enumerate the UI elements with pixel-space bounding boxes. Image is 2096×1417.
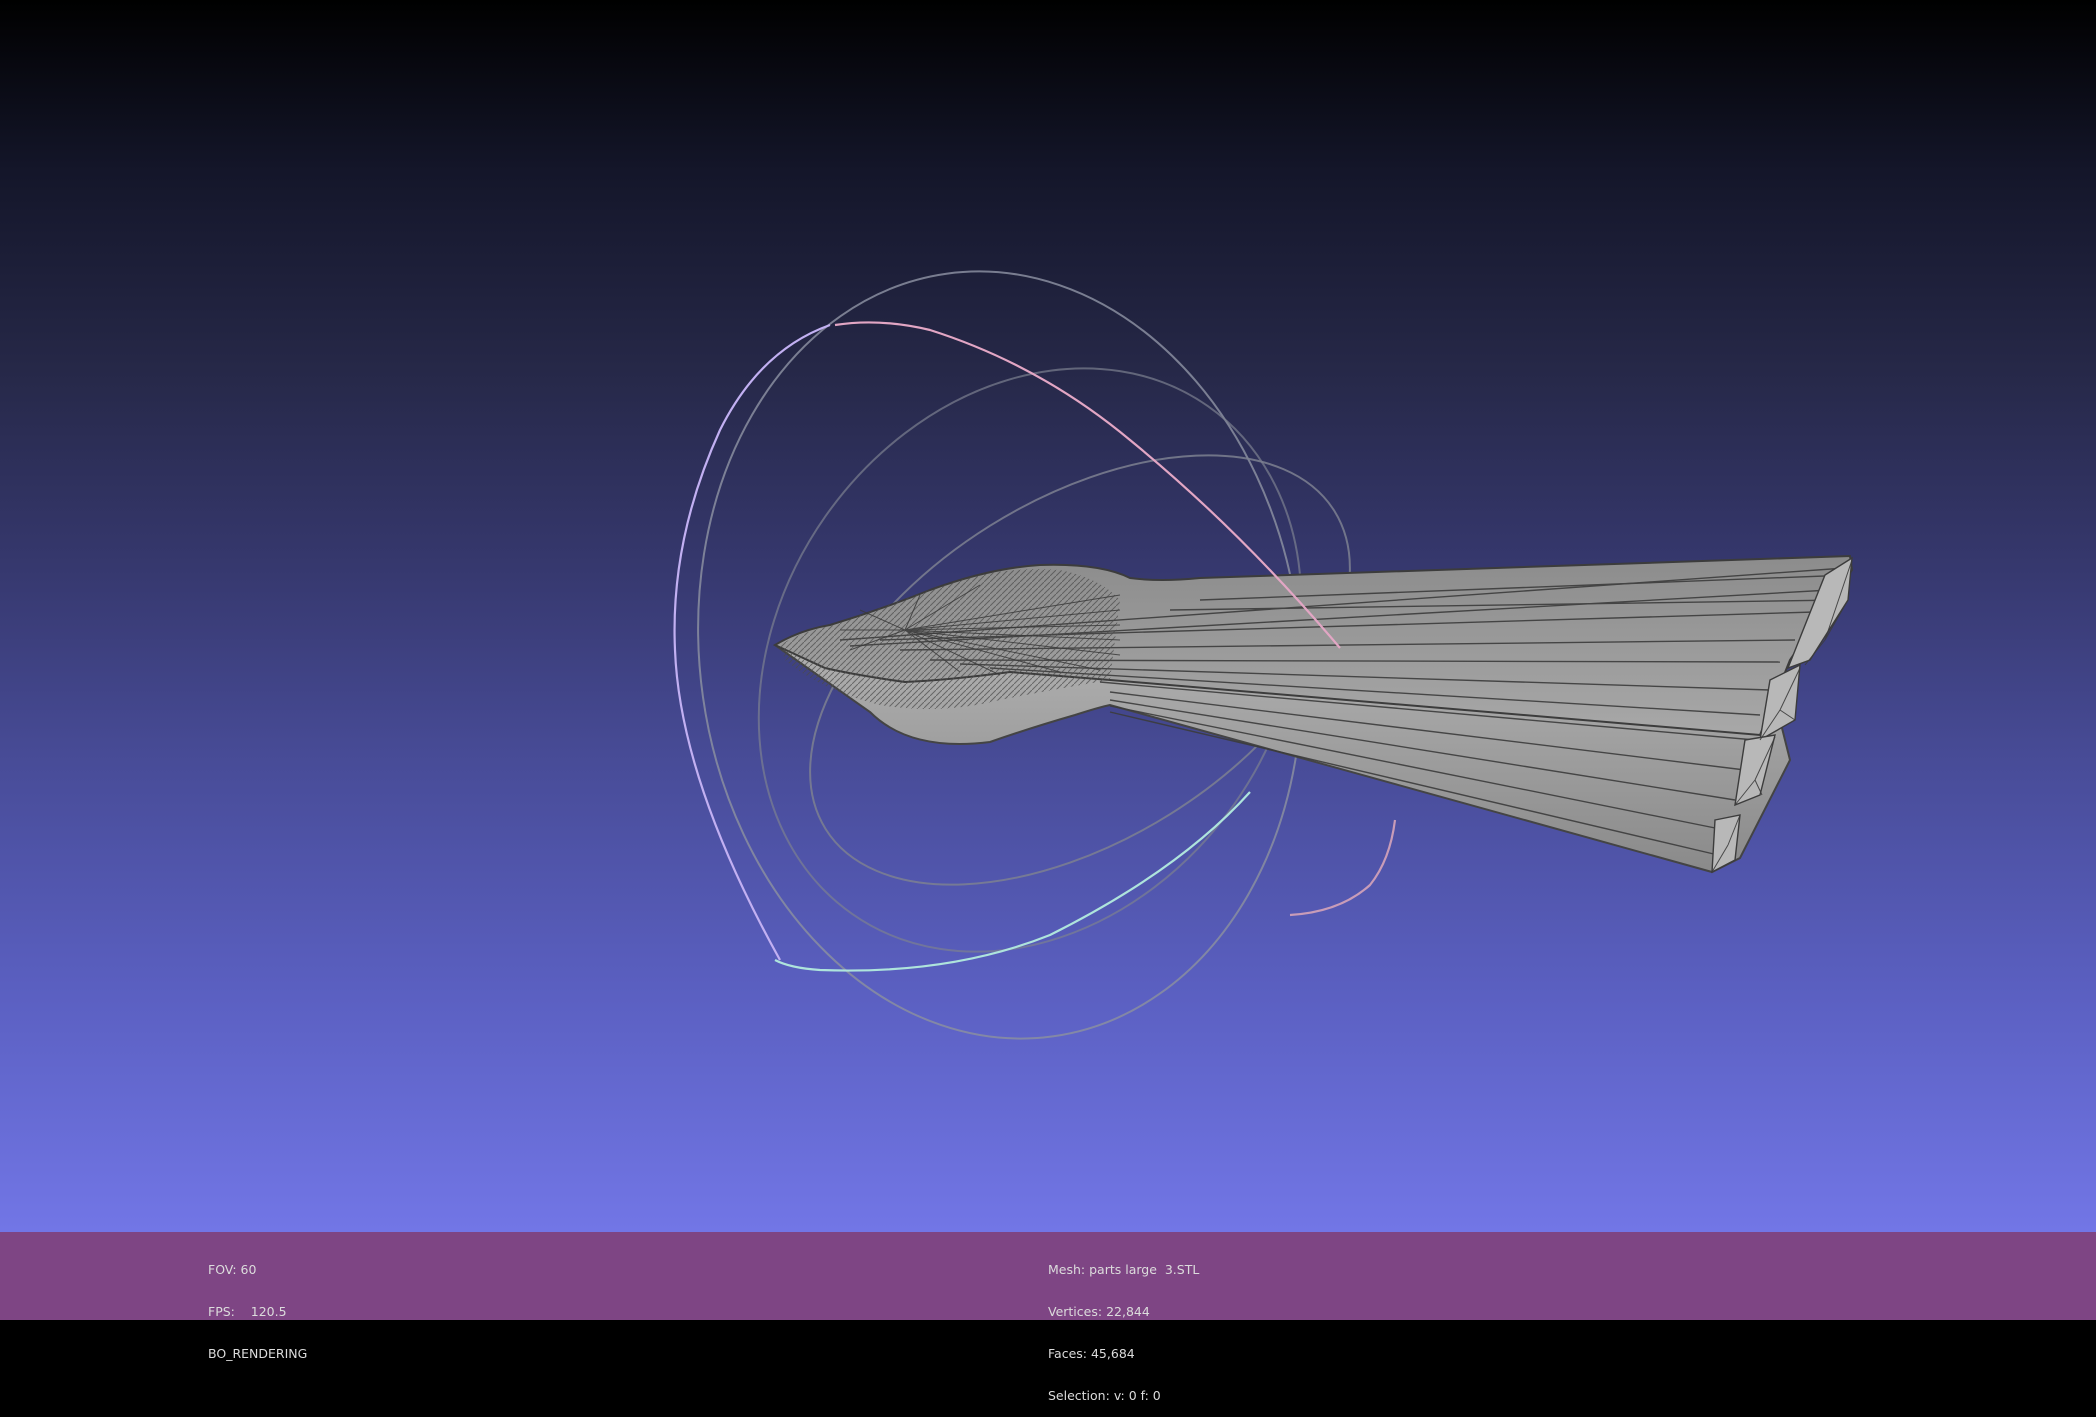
selection-label: Selection: bbox=[1048, 1388, 1110, 1403]
mesh-name: parts large 3.STL bbox=[1089, 1262, 1200, 1277]
fps-value: 120.5 bbox=[250, 1304, 287, 1319]
mesh-info: Mesh: parts large 3.STL Vertices: 22,844… bbox=[1048, 1235, 1199, 1417]
trackball-arc-green bbox=[774, 791, 1251, 972]
selection-readout: Selection: v: 0 f: 0 bbox=[1048, 1389, 1199, 1403]
mesh-name-readout: Mesh: parts large 3.STL bbox=[1048, 1263, 1199, 1277]
fov-value: 60 bbox=[240, 1262, 257, 1277]
3d-viewport[interactable] bbox=[0, 0, 2096, 1232]
vertices-count: 22,844 bbox=[1106, 1304, 1150, 1319]
scene-canvas[interactable] bbox=[0, 0, 2096, 1232]
faces-label: Faces: bbox=[1048, 1346, 1087, 1361]
faces-count: 45,684 bbox=[1090, 1346, 1135, 1361]
fps-readout: FPS: 120.5 bbox=[208, 1305, 307, 1319]
fps-label: FPS: bbox=[208, 1304, 235, 1319]
mesh-label: Mesh: bbox=[1048, 1262, 1086, 1277]
vertices-readout: Vertices: 22,844 bbox=[1048, 1305, 1199, 1319]
render-info: FOV: 60 FPS: 120.5 BO_RENDERING bbox=[208, 1235, 307, 1375]
faces-readout: Faces: 45,684 bbox=[1048, 1347, 1199, 1361]
fov-label: FOV: bbox=[208, 1262, 237, 1277]
selection-value: v: 0 f: 0 bbox=[1113, 1388, 1161, 1403]
vertices-label: Vertices: bbox=[1048, 1304, 1103, 1319]
mesh-model bbox=[772, 554, 1854, 874]
render-mode: BO_RENDERING bbox=[208, 1346, 308, 1361]
trackball-arc-pink-right bbox=[1289, 819, 1397, 917]
fov-readout: FOV: 60 bbox=[208, 1263, 307, 1277]
